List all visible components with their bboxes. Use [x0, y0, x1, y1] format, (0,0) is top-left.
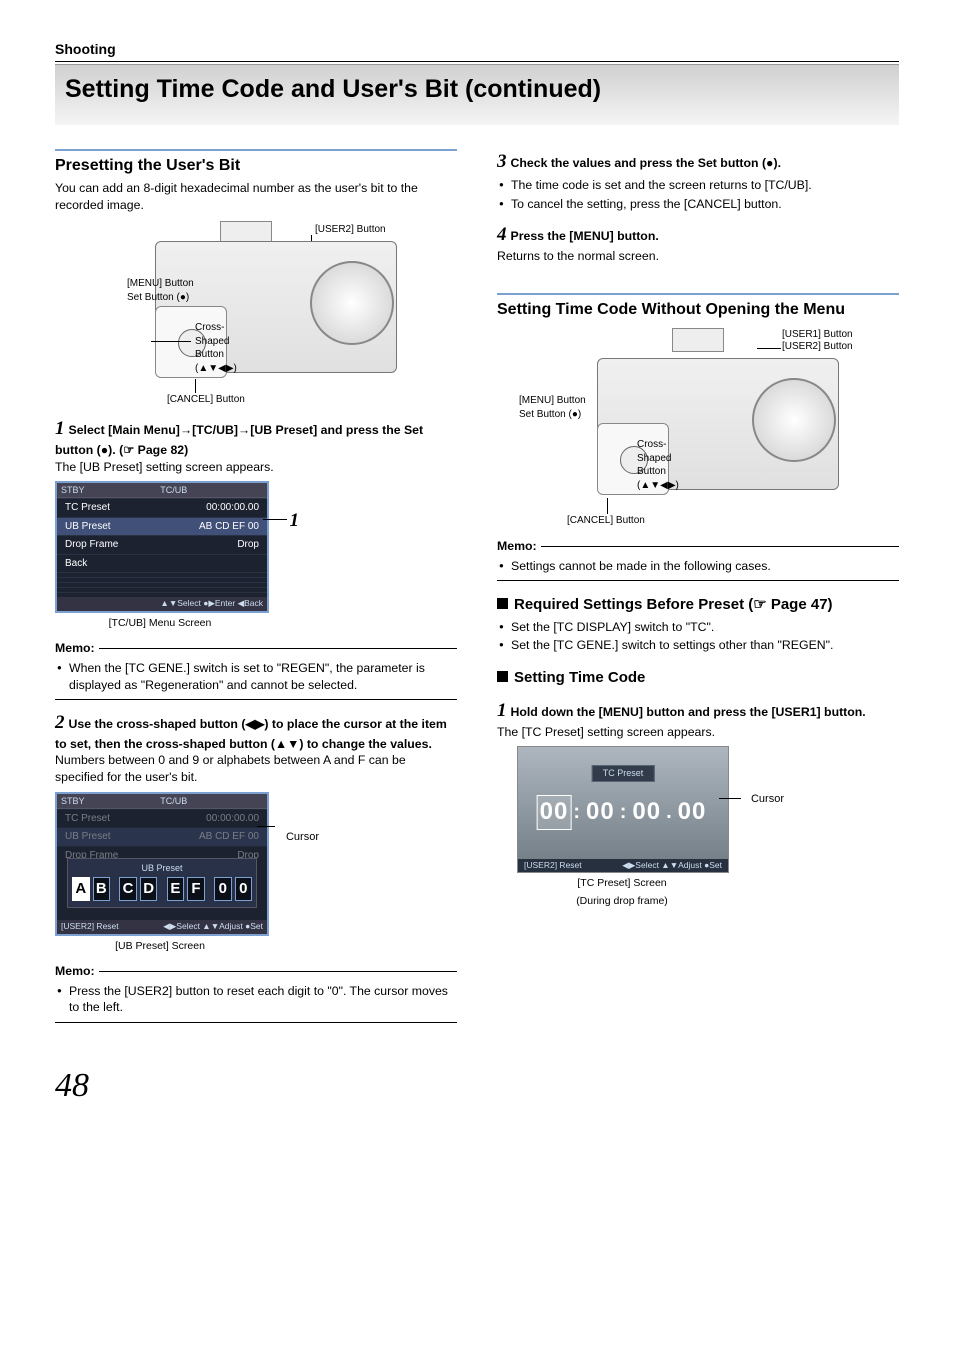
- step-4-after: Returns to the normal screen.: [497, 248, 899, 265]
- req-bullet: Set the [TC DISPLAY] switch to "TC".: [511, 619, 899, 636]
- step3-bullet: The time code is set and the screen retu…: [511, 177, 899, 194]
- accent-rule: [55, 149, 457, 151]
- label-menu: [MENU] Button: [127, 277, 194, 291]
- section-heading: Presetting the User's Bit: [55, 155, 457, 177]
- step-4: 4Press the [MENU] button.: [497, 222, 899, 248]
- label-user2: [USER2] Button: [315, 223, 386, 237]
- label-user2: [USER2] Button: [782, 340, 853, 354]
- step-2: 2Use the cross-shaped button (◀▶) to pla…: [55, 710, 457, 752]
- intro-text: You can add an 8-digit hexadecimal numbe…: [55, 180, 457, 213]
- tc-preset-screenshot: TC Preset 00: 00: 00. 00 [USER2] Reset ◀…: [517, 740, 729, 907]
- step-2-after: Numbers between 0 and 9 or alphabets bet…: [55, 752, 457, 785]
- cursor-label: Cursor: [286, 830, 319, 845]
- menu-caption: [TC/UB] Menu Screen: [55, 616, 265, 630]
- step-3: 3Check the values and press the Set butt…: [497, 149, 899, 175]
- menu-screenshot-wrap: STBY TC/UB TC Preset00:00:00.00 UB Prese…: [55, 475, 269, 630]
- step3-bullet: To cancel the setting, press the [CANCEL…: [511, 196, 899, 213]
- breadcrumb: Shooting: [55, 40, 899, 62]
- label-menu: [MENU] Button: [519, 394, 586, 408]
- ub-preset-screenshot: STBY TC/UB TC Preset00:00:00.00 UB Prese…: [55, 786, 269, 953]
- label-cancel: [CANCEL] Button: [167, 393, 245, 407]
- camera-diagram-2: [USER1] Button [USER2] Button [MENU] But…: [497, 328, 899, 528]
- tcub-menu-screenshot: STBY TC/UB TC Preset00:00:00.00 UB Prese…: [55, 481, 269, 613]
- step-1: 1Select [Main Menu]→[TC/UB]→[UB Preset] …: [55, 416, 457, 458]
- callout-1: 1: [290, 508, 300, 534]
- cursor-label: Cursor: [751, 792, 784, 807]
- camera-diagram: [USER2] Button [MENU] Button Set Button …: [55, 221, 457, 406]
- subheading-setting-tc: Setting Time Code: [497, 668, 899, 688]
- ub-caption: [UB Preset] Screen: [55, 939, 265, 953]
- memo-2: Memo: Press the [USER2] button to reset …: [55, 963, 457, 1023]
- tc-caption-1: [TC Preset] Screen: [517, 876, 727, 890]
- label-set: Set Button (●): [127, 291, 189, 305]
- label-set: Set Button (●): [519, 408, 581, 422]
- section-heading: Setting Time Code Without Opening the Me…: [497, 299, 899, 321]
- stc-step-1: 1Hold down the [MENU] button and press t…: [497, 698, 899, 724]
- subheading-required: Required Settings Before Preset (☞ Page …: [497, 595, 899, 615]
- stc-step-1-after: The [TC Preset] setting screen appears.: [497, 724, 899, 741]
- memo-1: Memo: When the [TC GENE.] switch is set …: [55, 640, 457, 700]
- step-1-after: The [UB Preset] setting screen appears.: [55, 459, 457, 476]
- memo-3: Memo: Settings cannot be made in the fol…: [497, 538, 899, 581]
- label-cross: Cross- Shaped Button (▲▼◀▶): [195, 321, 237, 375]
- label-cross: Cross- Shaped Button (▲▼◀▶): [637, 438, 679, 492]
- req-bullet: Set the [TC GENE.] switch to settings ot…: [511, 637, 899, 654]
- title-block: Setting Time Code and User's Bit (contin…: [55, 64, 899, 125]
- label-cancel: [CANCEL] Button: [567, 514, 645, 528]
- page-number: 48: [55, 1063, 899, 1109]
- page-title: Setting Time Code and User's Bit (contin…: [65, 73, 889, 107]
- right-column: 3Check the values and press the Set butt…: [497, 149, 899, 1023]
- tc-caption-2: (During drop frame): [517, 894, 727, 908]
- left-column: Presetting the User's Bit You can add an…: [55, 149, 457, 1023]
